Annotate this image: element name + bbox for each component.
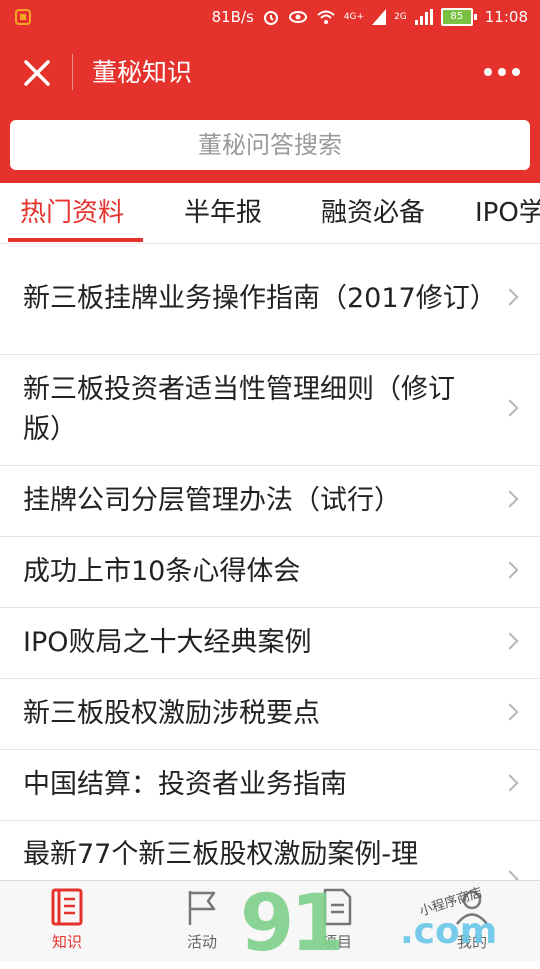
page-title: 董秘知识	[92, 58, 193, 87]
eye-icon	[288, 11, 307, 23]
nav-bar: 董秘知识	[0, 36, 540, 110]
flag-icon	[188, 891, 216, 925]
signal-icon	[372, 9, 387, 25]
nav-projects[interactable]: 项目	[297, 881, 377, 961]
nav-profile-label: 我的	[456, 933, 487, 951]
book-icon	[51, 888, 83, 926]
list-item-title: IPO败局之十大经典案例	[23, 627, 312, 658]
status-bar: 81B/s 4G+ 2G 85 11:08	[0, 0, 540, 36]
signal-icon-2	[414, 9, 433, 25]
network-speed: 81B/s	[211, 8, 254, 26]
list-item-title: 最新77个新三板股权激励案例-理	[23, 839, 419, 870]
nav-knowledge-label: 知识	[51, 933, 82, 951]
list-item-title: 新三板投资者适当性管理细则（修订版）	[23, 374, 455, 445]
list-item[interactable]: 新三板投资者适当性管理细则（修订版）	[0, 355, 540, 466]
nav-profile[interactable]: 我的	[432, 881, 512, 961]
tab-half-year-report[interactable]: 半年报	[184, 183, 262, 243]
document-icon	[323, 888, 352, 926]
chevron-right-icon	[501, 703, 519, 721]
network-type-label-2: 2G	[394, 12, 407, 22]
clock: 11:08	[484, 8, 528, 26]
list-item[interactable]: 挂牌公司分层管理办法（试行）	[0, 466, 540, 537]
search-input[interactable]: 董秘问答搜索	[10, 120, 530, 170]
list-item[interactable]: 中国结算：投资者业务指南	[0, 750, 540, 821]
list-item[interactable]: 新三板股权激励涉税要点	[0, 679, 540, 750]
app-notification-icon	[15, 9, 31, 25]
list-item-title: 中国结算：投资者业务指南	[23, 769, 347, 800]
chevron-right-icon	[501, 561, 519, 579]
network-type-label: 4G+	[343, 12, 365, 22]
list-item-title: 新三板挂牌业务操作指南（2017修订）	[23, 283, 497, 314]
chevron-right-icon	[501, 774, 519, 792]
chevron-right-icon	[501, 399, 519, 417]
category-tabs: 热门资料 半年报 融资必备 IPO学	[0, 183, 540, 244]
nav-activities-label: 活动	[186, 933, 217, 951]
list-item[interactable]: 成功上市10条心得体会	[0, 537, 540, 608]
tab-hot-materials[interactable]: 热门资料	[20, 183, 124, 243]
alarm-icon	[263, 11, 278, 25]
header-background: 81B/s 4G+ 2G 85 11:08 董秘知识 董秘问答搜索	[0, 0, 540, 183]
close-icon[interactable]	[20, 56, 54, 90]
bottom-navigation: 知识 活动 项目 我的	[0, 880, 540, 961]
nav-divider	[72, 54, 73, 90]
battery-icon: 85	[440, 8, 477, 26]
nav-knowledge[interactable]: 知识	[27, 881, 107, 961]
list-item-title: 成功上市10条心得体会	[23, 556, 301, 587]
battery-level: 85	[440, 8, 473, 26]
more-options-icon[interactable]	[484, 62, 520, 82]
list-item[interactable]: 新三板挂牌业务操作指南（2017修订）	[0, 244, 540, 355]
chevron-right-icon	[501, 490, 519, 508]
user-icon	[456, 890, 488, 925]
list-item-title: 挂牌公司分层管理办法（试行）	[23, 485, 401, 516]
list-item[interactable]: IPO败局之十大经典案例	[0, 608, 540, 679]
tab-ipo[interactable]: IPO学	[475, 183, 540, 243]
tab-financing[interactable]: 融资必备	[321, 183, 425, 243]
article-list: 新三板挂牌业务操作指南（2017修订） 新三板投资者适当性管理细则（修订版） 挂…	[0, 244, 540, 892]
nav-activities[interactable]: 活动	[162, 881, 242, 961]
chevron-right-icon	[501, 288, 519, 306]
active-tab-indicator	[8, 238, 143, 242]
list-item-title: 新三板股权激励涉税要点	[23, 698, 320, 729]
nav-projects-label: 项目	[321, 933, 352, 951]
wifi-icon	[317, 10, 335, 24]
chevron-right-icon	[501, 632, 519, 650]
